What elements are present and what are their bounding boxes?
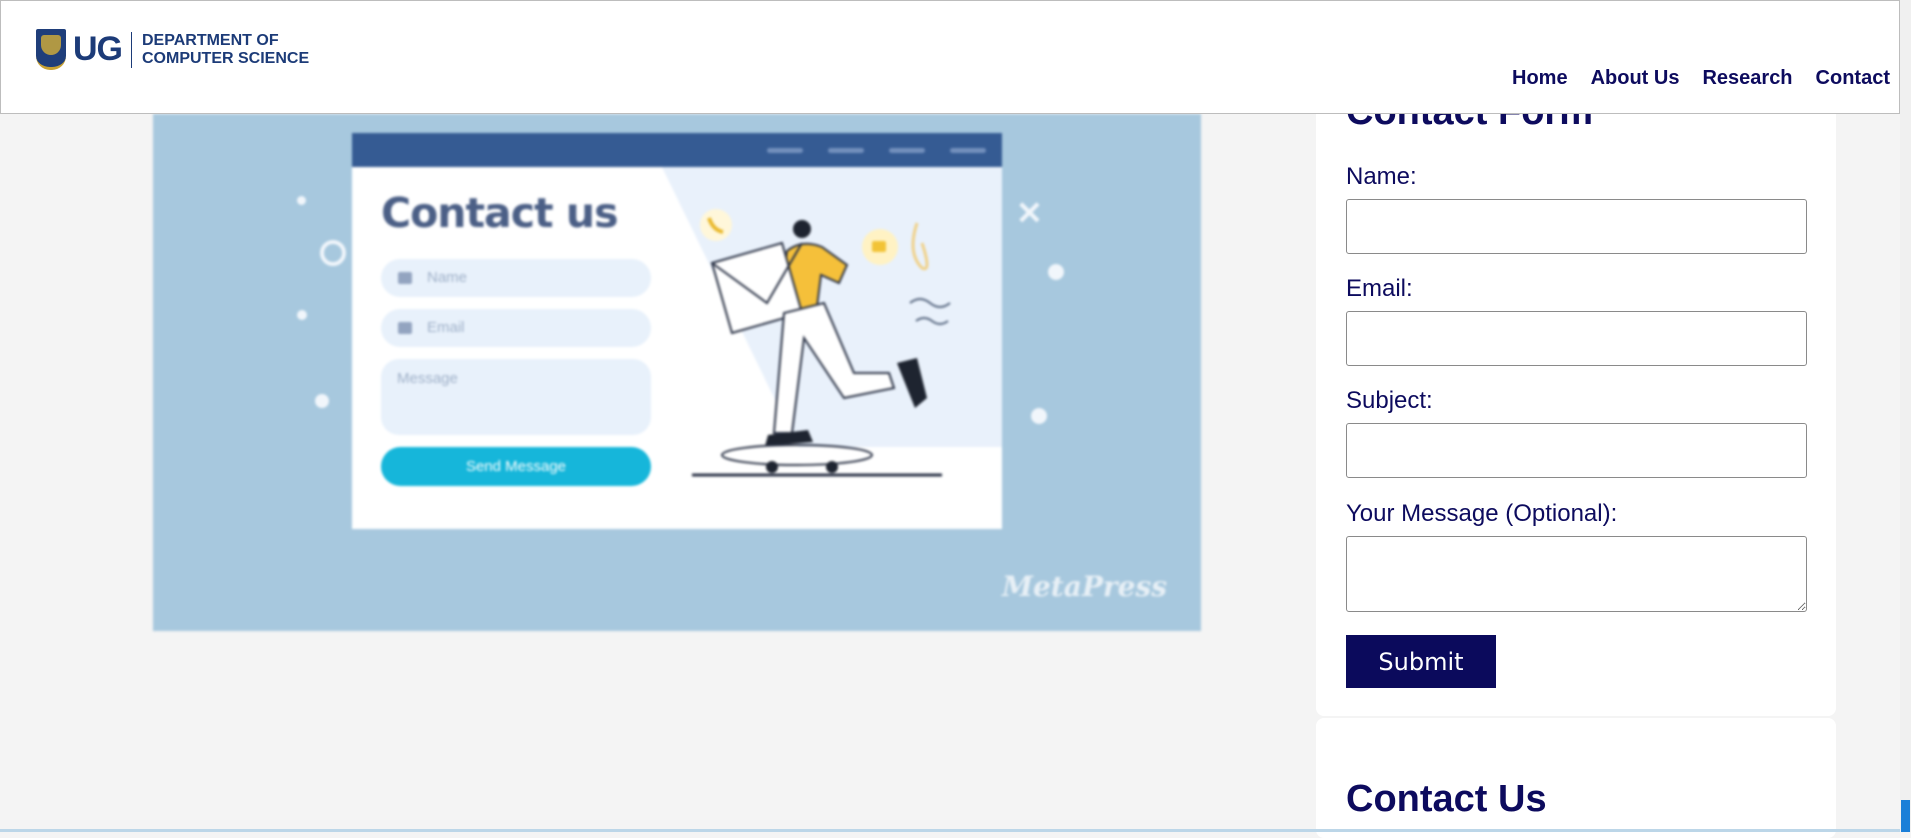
nav-contact[interactable]: Contact — [1816, 67, 1890, 90]
mock-name-placeholder: Name — [427, 269, 468, 286]
decor-dot — [1031, 408, 1047, 424]
department-line-2: COMPUTER SCIENCE — [142, 49, 310, 67]
ug-crest-icon — [36, 29, 66, 70]
department-name: DEPARTMENT OF COMPUTER SCIENCE — [142, 32, 309, 68]
email-input[interactable] — [1346, 311, 1807, 366]
mock-send-button: Send Message — [381, 447, 651, 486]
nav-research[interactable]: Research — [1702, 67, 1792, 90]
decor-ring — [320, 240, 346, 266]
mock-message-field: Message — [381, 359, 651, 435]
department-line-1: DEPARTMENT OF — [142, 31, 279, 49]
decor-x-icon: ✕ — [1016, 195, 1043, 231]
page-scrollbar[interactable] — [1900, 0, 1911, 832]
mock-contact-page: Contact us Name Email Message Send Messa… — [352, 133, 1002, 529]
name-label: Name: — [1346, 163, 1417, 190]
decor-dot — [1048, 264, 1064, 280]
mock-message-placeholder: Message — [397, 370, 458, 387]
name-input[interactable] — [1346, 199, 1807, 254]
mock-name-field: Name — [381, 259, 651, 297]
logo-divider — [131, 31, 132, 68]
decor-dot — [297, 196, 306, 205]
mock-title: Contact us — [381, 189, 618, 237]
skateboarder-illustration-icon — [692, 209, 951, 477]
site-logo[interactable]: UG DEPARTMENT OF COMPUTER SCIENCE — [36, 29, 309, 70]
subject-label: Subject: — [1346, 387, 1433, 414]
image-watermark: MetaPress — [1001, 570, 1167, 603]
contact-illustration-image: ✕ Contact us Name Email Message Send Mes… — [153, 114, 1201, 631]
contact-us-title: Contact Us — [1346, 778, 1547, 820]
envelope-icon — [398, 322, 412, 334]
message-textarea[interactable] — [1346, 536, 1807, 612]
contact-us-card: Contact Us — [1316, 718, 1836, 838]
user-icon — [398, 272, 412, 284]
site-header: UG DEPARTMENT OF COMPUTER SCIENCE Home A… — [0, 0, 1900, 114]
scrollbar-thumb[interactable] — [1901, 800, 1910, 832]
decor-dot — [297, 310, 307, 320]
message-label: Your Message (Optional): — [1346, 500, 1618, 527]
email-label: Email: — [1346, 275, 1413, 302]
mock-email-placeholder: Email — [427, 319, 465, 336]
main-nav: Home About Us Research Contact — [1512, 67, 1890, 90]
subject-input[interactable] — [1346, 423, 1807, 478]
mock-navbar — [352, 133, 1002, 167]
nav-home[interactable]: Home — [1512, 67, 1568, 90]
contact-form-card: Contact Form Name: Email: Subject: Your … — [1316, 90, 1836, 716]
nav-about-us[interactable]: About Us — [1591, 67, 1680, 90]
submit-button[interactable]: Submit — [1346, 635, 1496, 688]
decor-dot — [315, 394, 329, 408]
logo-ug-text: UG — [73, 30, 123, 68]
mock-email-field: Email — [381, 309, 651, 347]
